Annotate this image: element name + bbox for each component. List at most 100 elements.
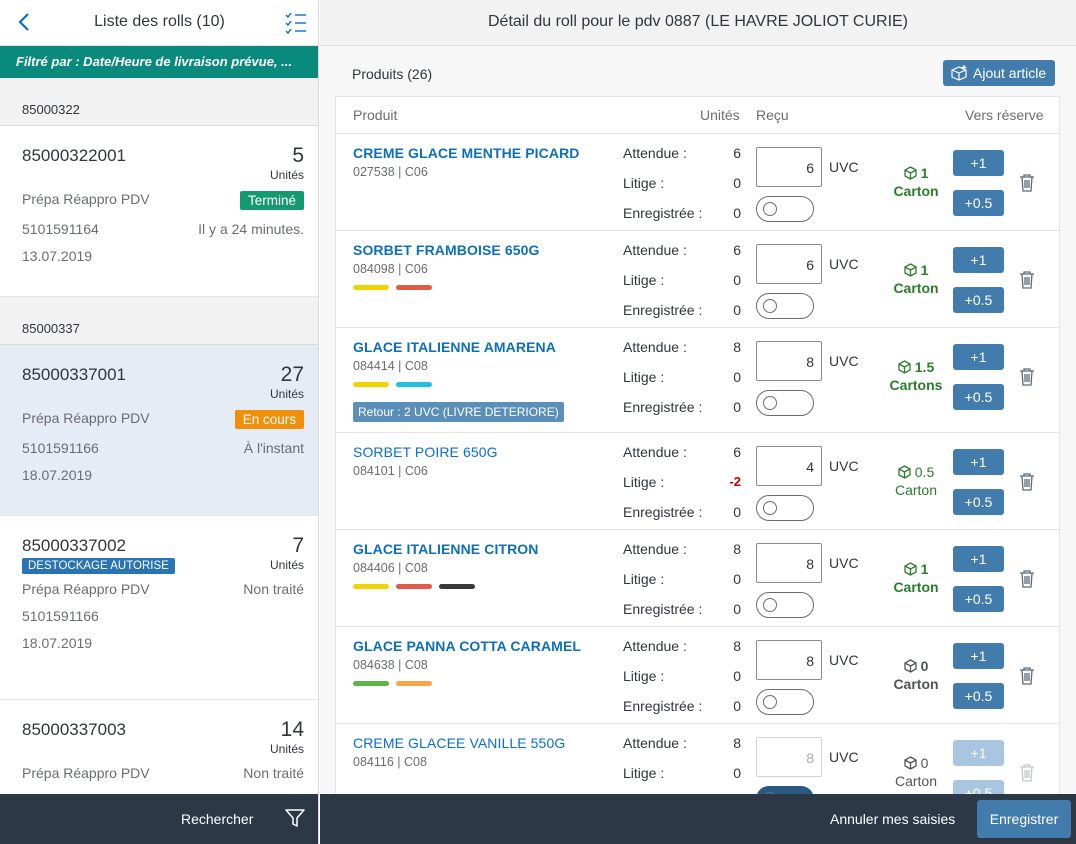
trash-icon[interactable]: [1018, 763, 1036, 783]
carton-value: 1: [920, 262, 929, 278]
expected-label: Attendue :: [623, 735, 687, 751]
plus-half-button[interactable]: +0.5: [953, 190, 1004, 216]
plus-half-button[interactable]: +0.5: [953, 287, 1004, 313]
carton-value: 0: [920, 658, 929, 674]
recorded-label: Enregistrée :: [623, 698, 703, 714]
product-name[interactable]: SORBET FRAMBOISE 650G: [353, 242, 539, 258]
product-name[interactable]: CREME GLACEE VANILLE 550G: [353, 735, 565, 751]
expected-value: 8: [733, 541, 741, 557]
carton-count: 1 Carton: [876, 560, 956, 596]
plus-half-button[interactable]: +0.5: [953, 489, 1004, 515]
dispute-value: 0: [733, 175, 741, 191]
plus-half-button[interactable]: +0.5: [953, 384, 1004, 410]
add-article-button[interactable]: Ajout article: [943, 60, 1055, 86]
received-qty-input[interactable]: 6: [756, 147, 822, 187]
plus-one-button[interactable]: +1: [953, 449, 1004, 475]
plus-one-button[interactable]: +1: [953, 344, 1004, 370]
received-qty-input[interactable]: 8: [756, 341, 822, 381]
roll-id: 85000337002: [22, 536, 127, 555]
destockage-tag: DESTOCKAGE AUTORISE: [22, 558, 175, 574]
trash-icon[interactable]: [1018, 270, 1036, 290]
trash-icon[interactable]: [1018, 666, 1036, 686]
cube-icon: [903, 165, 917, 181]
received-qty-input[interactable]: 4: [756, 446, 822, 486]
carton-count: 0 Carton: [876, 754, 956, 790]
save-button[interactable]: Enregistrer: [977, 800, 1071, 838]
plus-one-button[interactable]: +1: [953, 740, 1004, 766]
roll-item[interactable]: 85000337002 7 Unités DESTOCKAGE AUTORISE…: [0, 516, 318, 700]
recorded-toggle[interactable]: [756, 592, 814, 618]
dispute-label: Litige :: [623, 765, 665, 781]
roll-detail-pane: Détail du roll pour le pdv 0887 (LE HAVR…: [320, 0, 1076, 844]
recorded-toggle[interactable]: [756, 390, 814, 416]
col-product: Produit: [353, 107, 398, 123]
roll-item-selected[interactable]: 85000337001 27 Unités Prépa Réappro PDV …: [0, 345, 318, 516]
received-qty-input[interactable]: 8: [756, 640, 822, 680]
roll-status-text: Non traité: [243, 765, 304, 781]
roll-unit: Unités: [269, 168, 304, 182]
plus-half-button[interactable]: +0.5: [953, 586, 1004, 612]
col-received: Reçu: [756, 107, 789, 123]
recorded-toggle[interactable]: [756, 196, 814, 222]
plus-one-button[interactable]: +1: [953, 247, 1004, 273]
product-code: 084098 | C06: [353, 262, 428, 276]
color-tags: [353, 382, 439, 387]
expected-value: 8: [733, 339, 741, 355]
recorded-label: Enregistrée :: [623, 504, 703, 520]
received-qty-input[interactable]: 6: [756, 244, 822, 284]
recorded-toggle[interactable]: [756, 293, 814, 319]
filter-info-bar[interactable]: Filtré par : Date/Heure de livraison pré…: [0, 46, 318, 78]
toggle-knob-icon: [763, 501, 777, 515]
status-badge: En cours: [234, 410, 304, 429]
search-button[interactable]: Rechercher: [181, 811, 253, 827]
trash-icon[interactable]: [1018, 472, 1036, 492]
roll-list-pane: Liste des rolls (10) Filtré par : Date/H…: [0, 0, 319, 844]
product-row: SORBET POIRE 650G 084101 | C06 Attendue : 6…: [336, 433, 1059, 530]
roll-unit: Unités: [269, 742, 304, 756]
recorded-value: 0: [733, 601, 741, 617]
received-qty-input[interactable]: 8: [756, 737, 822, 777]
trash-icon[interactable]: [1018, 569, 1036, 589]
color-tags: [353, 584, 482, 589]
recorded-toggle[interactable]: [756, 689, 814, 715]
roll-list-title: Liste des rolls (10): [94, 13, 225, 30]
trash-icon[interactable]: [1018, 367, 1036, 387]
trash-icon[interactable]: [1018, 173, 1036, 193]
col-units: Unités: [700, 107, 740, 123]
expected-label: Attendue :: [623, 638, 687, 654]
uvc-label: UVC: [829, 458, 859, 474]
product-name[interactable]: GLACE ITALIENNE CITRON: [353, 541, 539, 557]
carton-label: Carton: [893, 676, 939, 692]
product-name[interactable]: CREME GLACE MENTHE PICARD: [353, 145, 580, 161]
color-tag: [353, 285, 389, 290]
multi-select-icon[interactable]: [284, 11, 308, 35]
dispute-value: 0: [733, 272, 741, 288]
expected-value: 8: [733, 638, 741, 654]
product-name[interactable]: SORBET POIRE 650G: [353, 444, 498, 460]
product-code: 027538 | C06: [353, 165, 428, 179]
cancel-entries-button[interactable]: Annuler mes saisies: [830, 811, 955, 827]
carton-value: 0: [920, 755, 929, 771]
dispute-value: 0: [733, 765, 741, 781]
filter-icon[interactable]: [283, 806, 307, 830]
recorded-toggle[interactable]: [756, 495, 814, 521]
product-name[interactable]: GLACE ITALIENNE AMARENA: [353, 339, 556, 355]
toggle-knob-icon: [763, 299, 777, 313]
roll-item[interactable]: 85000322001 5 Unités Prépa Réappro PDV T…: [0, 126, 318, 297]
product-code: 084116 | C08: [353, 755, 427, 769]
uvc-label: UVC: [829, 256, 859, 272]
color-tag: [396, 382, 432, 387]
roll-id: 85000322001: [22, 146, 127, 165]
product-name[interactable]: GLACE PANNA COTTA CARAMEL: [353, 638, 581, 654]
color-tag: [396, 584, 432, 589]
plus-one-button[interactable]: +1: [953, 546, 1004, 572]
product-row: SORBET FRAMBOISE 650G 084098 | C06 Attendu…: [336, 231, 1059, 328]
plus-one-button[interactable]: +1: [953, 643, 1004, 669]
received-qty-input[interactable]: 8: [756, 543, 822, 583]
recorded-label: Enregistrée :: [623, 302, 703, 318]
carton-value: 0.5: [914, 464, 935, 480]
detail-header: Détail du roll pour le pdv 0887 (LE HAVR…: [320, 0, 1076, 46]
plus-half-button[interactable]: +0.5: [953, 683, 1004, 709]
plus-one-button[interactable]: +1: [953, 150, 1004, 176]
roll-type: Prépa Réappro PDV: [22, 410, 150, 426]
